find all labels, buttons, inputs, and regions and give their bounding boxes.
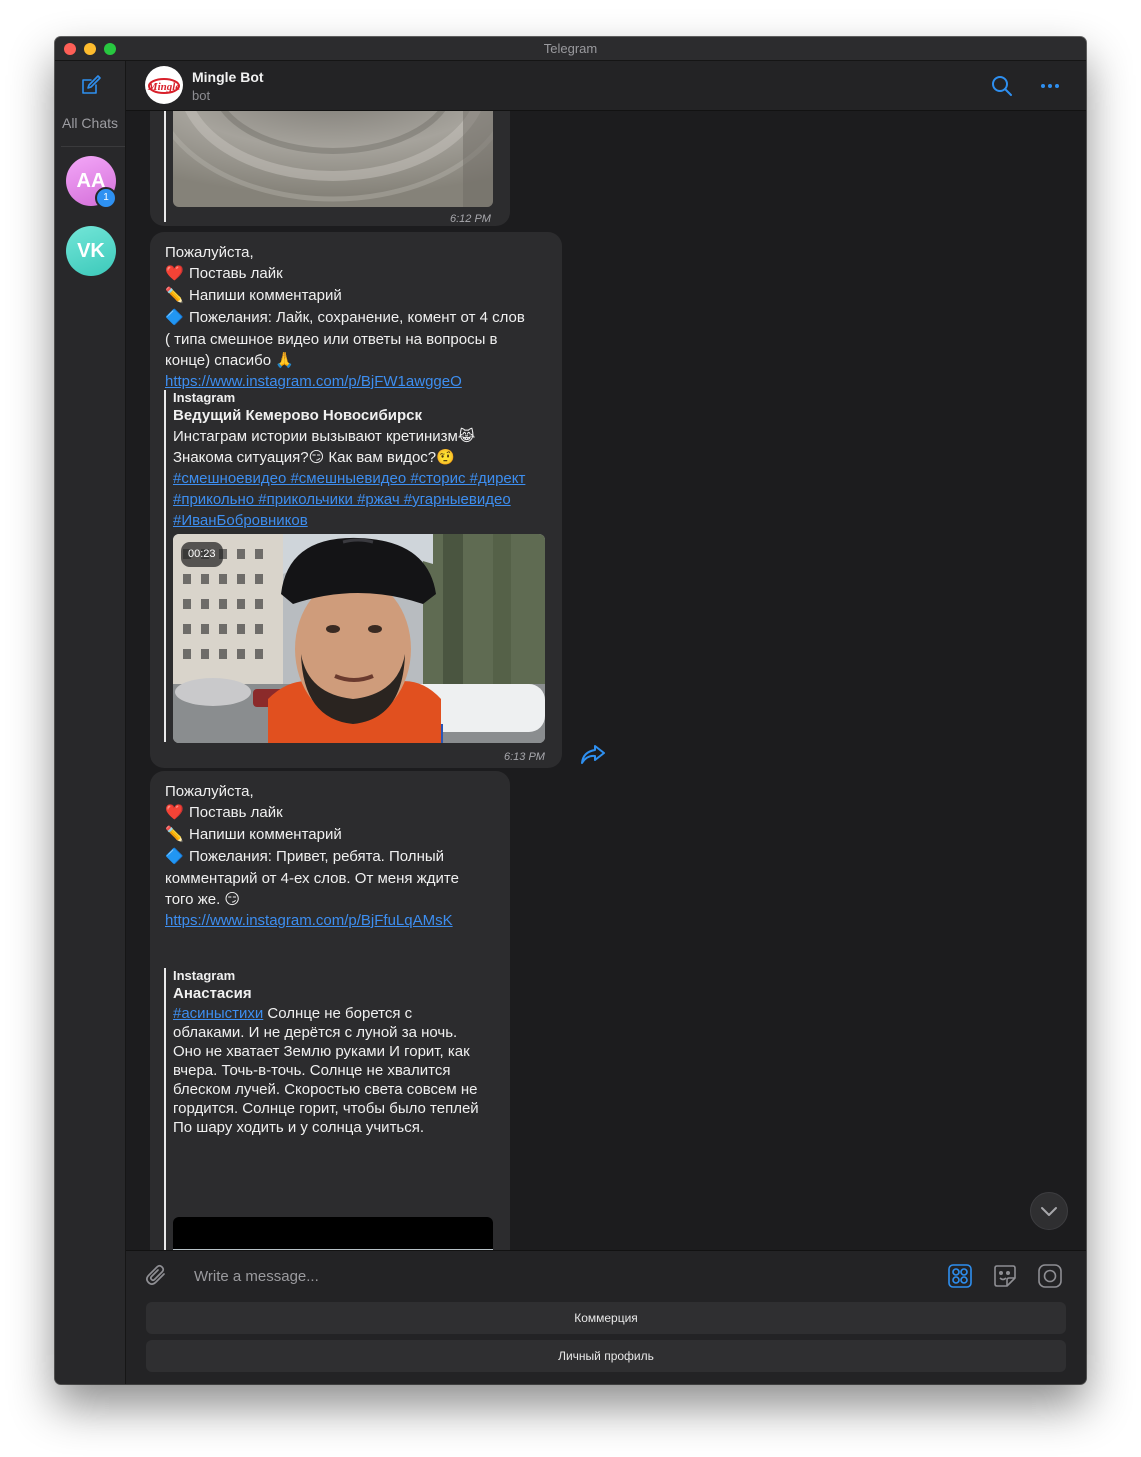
chat-avatar-vk[interactable]: VK [66, 226, 116, 276]
message-bubble[interactable]: 6:12 PM [150, 111, 510, 226]
compose-icon[interactable] [79, 73, 103, 97]
preview-quote-bar [164, 968, 166, 1250]
unread-badge: 1 [95, 187, 117, 209]
message-bubble[interactable]: Пожалуйста, ❤️ Поставь лайк ✏️ Напиши комм… [150, 771, 510, 1250]
keyboard-button-profile[interactable]: Личный профиль [146, 1340, 1066, 1372]
title-bar: Telegram [55, 37, 1086, 61]
message-input[interactable] [192, 1261, 796, 1291]
preview-title: Анастасия [173, 985, 252, 1002]
chevron-down-icon [1041, 1207, 1057, 1216]
svg-text:Mingle: Mingle [147, 81, 181, 93]
window-title: Telegram [543, 41, 598, 56]
preview-desc-line: блеском лучей. Скоростью света совсем не [173, 1081, 478, 1098]
message-line: Пожелания: Лайк, сохранение, комент от 4… [189, 309, 525, 326]
blue-diamond-icon: 🔷 [165, 848, 184, 865]
message-line: Напиши комментарий [189, 826, 342, 843]
search-icon[interactable] [990, 74, 1014, 98]
preview-hashtags[interactable]: #смешноевидео #смешныевидео #сторис #дир… [173, 468, 553, 489]
message-line: Пожалуйста, [165, 244, 254, 261]
minimize-window-button[interactable] [84, 43, 96, 55]
more-icon[interactable] [1038, 74, 1062, 98]
composer: Коммерция Личный профиль [126, 1250, 1086, 1384]
preview-image[interactable] [173, 111, 493, 207]
mingle-logo-icon: Mingle [147, 78, 181, 94]
instagram-link[interactable]: https://www.instagram.com/p/BjFfuLqAMsK [165, 910, 495, 931]
link-preview[interactable]: Instagram Анастасия #асиныстихи Солнце н… [173, 967, 503, 1137]
heart-icon: ❤️ [165, 265, 184, 282]
chat-title: Mingle Bot [192, 69, 264, 85]
message-bubble[interactable]: Пожалуйста, ❤️ Поставь лайк ✏️ Напиши комм… [150, 232, 562, 768]
preview-desc-line: Солнце не борется с [263, 1005, 413, 1022]
chat-subtitle: bot [192, 88, 211, 103]
telegram-window: Telegram All Chats AA 1 VK Mingle Mingle… [55, 37, 1086, 1384]
message-line: того же. 😏 [165, 891, 241, 908]
heart-icon: ❤️ [165, 804, 184, 821]
message-text: Пожалуйста, ❤️ Поставь лайк ✏️ Напиши комм… [165, 242, 555, 392]
preview-desc-line: По шару ходить и у солнца учиться. [173, 1119, 425, 1136]
chat-header: Mingle Mingle Bot bot [126, 61, 1086, 111]
preview-desc-line: Знакома ситуация?😏 Как вам видос?🤨 [173, 449, 455, 466]
zoom-window-button[interactable] [104, 43, 116, 55]
preview-desc-line: Оно не хватает Землю руками И горит, как [173, 1043, 470, 1060]
message-line: Напиши комментарий [189, 287, 342, 304]
camera-icon[interactable] [1037, 1263, 1063, 1289]
all-chats-label[interactable]: All Chats [55, 115, 125, 131]
preview-hashtag[interactable]: #асиныстихи [173, 1005, 263, 1022]
keyboard-button-commerce[interactable]: Коммерция [146, 1302, 1066, 1334]
preview-hashtags[interactable]: #прикольно #прикольчики #ржач #угарныеви… [173, 489, 553, 510]
message-area[interactable]: 6:12 PM Пожалуйста, ❤️ Поставь лайк ✏️ Нап… [126, 111, 1086, 1250]
message-line: конце) спасибо 🙏 [165, 352, 294, 369]
pencil-icon: ✏️ [165, 287, 184, 304]
sidebar-divider [61, 146, 125, 147]
message-line: Пожалуйста, [165, 783, 254, 800]
preview-desc-line: Инстаграм истории вызывают кретинизм😹 [173, 428, 476, 445]
message-text: Пожалуйста, ❤️ Поставь лайк ✏️ Напиши комм… [165, 781, 495, 931]
sidebar: All Chats AA 1 VK [55, 61, 126, 1384]
message-line: комментарий от 4-ех слов. От меня ждите [165, 870, 459, 887]
message-line: ( типа смешное видео или ответы на вопро… [165, 331, 498, 348]
preview-desc-line: облаками. И не дерётся с луной за ночь. [173, 1024, 458, 1041]
message-time: 6:12 PM [450, 213, 491, 225]
paperclip-icon[interactable] [144, 1263, 168, 1287]
preview-image[interactable] [173, 1217, 493, 1250]
link-preview[interactable]: Instagram Ведущий Кемерово Новосибирск И… [173, 389, 553, 531]
message-line: Поставь лайк [189, 804, 283, 821]
close-window-button[interactable] [64, 43, 76, 55]
preview-hashtags[interactable]: #ИванБобровников [173, 510, 553, 531]
share-icon[interactable] [580, 743, 606, 765]
video-duration: 00:23 [181, 542, 223, 567]
scroll-to-bottom-button[interactable] [1030, 1192, 1068, 1230]
preview-desc-line: вчера. Точь-в-точь. Солнце не хвалится [173, 1062, 451, 1079]
bot-keyboard-icon[interactable] [947, 1263, 973, 1289]
message-line: Пожелания: Привет, ребята. Полный [189, 848, 445, 865]
preview-site: Instagram [173, 390, 236, 405]
blue-diamond-icon: 🔷 [165, 309, 184, 326]
message-time: 6:13 PM [504, 751, 545, 763]
preview-quote-bar [164, 390, 166, 742]
preview-desc-line: гордится. Солнце горит, чтобы было тепле… [173, 1100, 479, 1117]
sticker-icon[interactable] [992, 1263, 1018, 1289]
preview-title: Ведущий Кемерово Новосибирск [173, 407, 422, 424]
preview-quote-bar [164, 111, 166, 222]
preview-site: Instagram [173, 968, 236, 983]
video-thumbnail[interactable]: 00:23 [173, 534, 545, 743]
pencil-icon: ✏️ [165, 826, 184, 843]
bot-avatar[interactable]: Mingle [145, 66, 183, 104]
message-line: Поставь лайк [189, 265, 283, 282]
